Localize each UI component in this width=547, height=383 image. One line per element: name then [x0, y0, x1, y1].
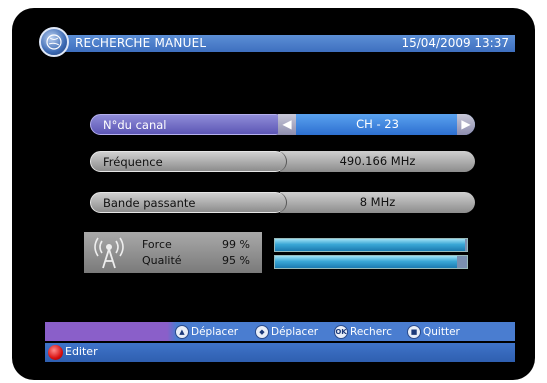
tv-screen: RECHERCHE MANUEL 15/04/2009 13:37 N°du c… — [12, 8, 535, 380]
strength-bar-fill — [275, 239, 466, 251]
page-title: RECHERCHE MANUEL — [75, 36, 207, 50]
bandwidth-row[interactable]: Bande passante 8 MHz — [90, 192, 475, 213]
strength-value: 99 % — [222, 238, 250, 251]
edit-bar: Editer — [45, 343, 515, 362]
nav-exit: ■ Quitter — [407, 323, 460, 340]
nav-move-horizontal: ◆ Déplacer — [255, 323, 318, 340]
channel-value[interactable]: CH - 23 — [280, 114, 475, 135]
frequency-value[interactable]: 490.166 MHz — [280, 151, 475, 172]
nav-move-horizontal-label: Déplacer — [271, 325, 319, 338]
nav-search-label: Recherc — [350, 325, 393, 338]
quality-bar — [274, 255, 468, 269]
red-button-icon[interactable] — [48, 345, 63, 360]
antenna-icon — [94, 237, 124, 269]
strength-bar — [274, 238, 468, 252]
quality-bar-fill — [275, 256, 458, 268]
chevron-left-icon[interactable]: ◀ — [278, 114, 296, 135]
quality-label: Qualité — [142, 254, 182, 267]
strength-label: Force — [142, 238, 172, 251]
globe-icon — [39, 27, 69, 57]
nav-move-vertical: ▲ Déplacer — [175, 323, 238, 340]
bandwidth-label: Bande passante — [90, 192, 286, 213]
quality-value: 95 % — [222, 254, 250, 267]
edit-label[interactable]: Editer — [65, 345, 98, 358]
signal-panel: Force 99 % Qualité 95 % — [84, 232, 262, 273]
channel-label: N°du canal — [90, 114, 286, 135]
nav-exit-label: Quitter — [423, 325, 460, 338]
left-right-arrows-icon: ◆ — [255, 324, 269, 339]
title-bar: RECHERCHE MANUEL 15/04/2009 13:37 — [39, 27, 515, 57]
nav-search: OK Recherc — [334, 323, 392, 340]
signal-bars — [274, 236, 468, 272]
exit-button-icon: ■ — [407, 324, 421, 339]
bandwidth-value[interactable]: 8 MHz — [280, 192, 475, 213]
nav-move-vertical-label: Déplacer — [191, 325, 239, 338]
chevron-right-icon[interactable]: ▶ — [457, 114, 475, 135]
ok-button-icon: OK — [334, 324, 348, 339]
nav-hint-bar: ▲ Déplacer ◆ Déplacer OK Recherc ■ Quitt… — [45, 322, 515, 341]
date-time: 15/04/2009 13:37 — [401, 36, 509, 50]
up-down-arrows-icon: ▲ — [175, 324, 189, 339]
frequency-label: Fréquence — [90, 151, 286, 172]
frequency-row[interactable]: Fréquence 490.166 MHz — [90, 151, 475, 172]
channel-row[interactable]: N°du canal CH - 23 ◀ ▶ — [90, 114, 475, 135]
